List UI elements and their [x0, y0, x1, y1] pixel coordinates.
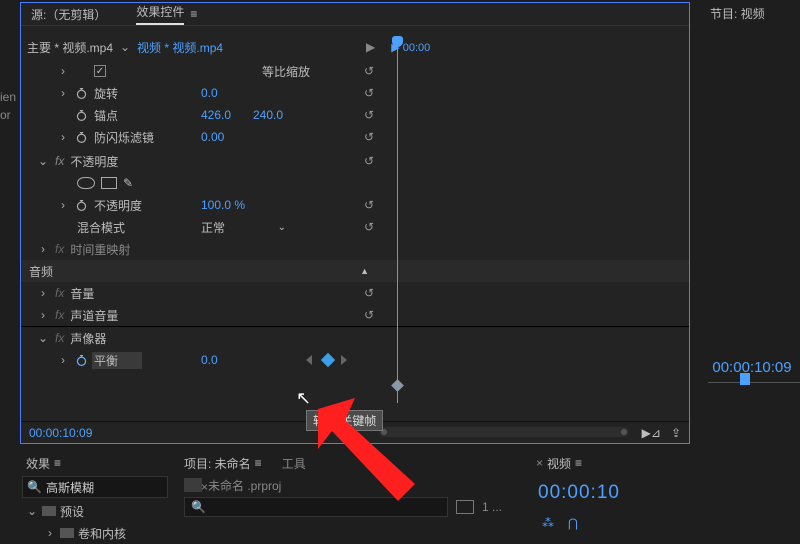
folder-icon	[60, 528, 74, 538]
add-remove-keyframe-icon[interactable]	[321, 353, 335, 367]
tab-source[interactable]: 源:（无剪辑）	[31, 6, 106, 23]
property-value[interactable]: 426.0	[201, 108, 231, 122]
reset-icon[interactable]: ↺	[364, 220, 374, 234]
tab-effects[interactable]: 效果	[26, 455, 50, 472]
property-label: 等比缩放	[110, 63, 310, 80]
chevron-down-icon[interactable]: ⌄	[278, 222, 286, 233]
cropped-label: ien	[0, 90, 16, 104]
rect-mask-icon[interactable]	[101, 177, 117, 189]
pen-mask-icon[interactable]: ✎	[123, 176, 133, 190]
blend-mode-select[interactable]: 正常	[201, 219, 225, 236]
bin-icon[interactable]	[456, 500, 474, 514]
reset-icon[interactable]: ↺	[364, 86, 374, 100]
folder-icon	[42, 506, 56, 516]
current-timecode[interactable]: 00:00:10:09	[29, 426, 92, 440]
tab-menu-icon[interactable]: ≡	[255, 456, 262, 470]
reset-icon[interactable]: ↺	[364, 64, 374, 78]
reset-icon[interactable]: ↺	[364, 198, 374, 212]
stopwatch-icon[interactable]	[75, 354, 88, 367]
stopwatch-icon[interactable]	[75, 199, 88, 212]
effects-panel: 效果 ≡ 🔍 × ⌄ 预设 › 卷和内核	[20, 452, 170, 544]
reset-icon[interactable]: ↺	[364, 308, 374, 322]
tab-program[interactable]: 节目: 视频	[710, 5, 765, 22]
sequence-clip-dropdown[interactable]: 视频 * 视频.mp4	[137, 39, 223, 56]
fx-badge: fx	[55, 286, 64, 300]
program-scrubber[interactable]	[708, 382, 800, 396]
project-filename: 未命名 .prproj	[208, 477, 281, 494]
playhead-marker[interactable]	[397, 37, 398, 403]
presets-folder[interactable]: ⌄ 预设	[20, 500, 170, 522]
search-icon: 🔍	[27, 480, 42, 494]
tab-project[interactable]: 项目: 未命名	[184, 455, 251, 472]
fx-badge: fx	[55, 154, 64, 168]
reset-icon[interactable]: ↺	[364, 130, 374, 144]
playhead-top-icon[interactable]	[392, 36, 403, 47]
reset-icon[interactable]: ↺	[364, 154, 374, 168]
mini-timeline[interactable]	[379, 37, 685, 403]
property-label: 旋转	[94, 85, 118, 102]
cropped-label-2: or	[0, 108, 11, 122]
property-label: 锚点	[94, 107, 118, 124]
checkbox-icon[interactable]: ✓	[94, 65, 106, 77]
stopwatch-icon[interactable]	[75, 87, 88, 100]
program-timecode[interactable]: 00:00:10:09	[712, 359, 791, 376]
effect-controls-panel: 源:（无剪辑） 效果控件 ≡ 主要 * 视频.mp4 ⌄ 视频 * 视频.mp4…	[20, 2, 690, 444]
property-value[interactable]: 0.0	[201, 86, 218, 100]
tab-menu-icon[interactable]: ≡	[54, 456, 61, 470]
fx-badge: fx	[55, 242, 64, 256]
chevron-down-icon[interactable]: ⌄	[119, 40, 131, 54]
timeline-panel: × 视频 ≡ 00:00:10 ⁂ ⋂	[528, 452, 778, 534]
tab-effect-controls[interactable]: 效果控件	[136, 3, 184, 25]
reset-icon[interactable]: ↺	[364, 286, 374, 300]
reset-icon[interactable]: ↺	[364, 108, 374, 122]
magnet-icon[interactable]: ⋂	[568, 516, 578, 530]
export-icon[interactable]: ⇪	[671, 426, 681, 440]
prev-keyframe-icon[interactable]	[306, 355, 312, 365]
fx-badge: fx	[55, 331, 64, 345]
property-value-2[interactable]: 240.0	[253, 108, 283, 122]
presets-sub-folder[interactable]: › 卷和内核	[20, 522, 170, 544]
stopwatch-icon[interactable]	[75, 109, 88, 122]
fx-badge: fx	[55, 308, 64, 322]
loop-playback-icon[interactable]: ▶⊿	[642, 426, 661, 440]
stopwatch-icon[interactable]	[75, 131, 88, 144]
panel-tabs: 源:（无剪辑） 效果控件 ≡	[21, 3, 689, 25]
ellipse-mask-icon[interactable]	[77, 177, 95, 189]
snap-icon[interactable]: ⁂	[542, 516, 554, 530]
master-clip-dropdown[interactable]: 主要 * 视频.mp4	[27, 39, 113, 56]
timeline-step-icon[interactable]: ▶	[366, 40, 375, 54]
sequence-tab[interactable]: 视频	[547, 455, 571, 472]
tab-menu-icon[interactable]: ≡	[575, 456, 582, 470]
program-panel: 节目: 视频 00:00:10:09	[704, 2, 800, 444]
close-seq-icon[interactable]: ×	[536, 456, 543, 470]
annotation-arrow-icon	[300, 391, 430, 511]
tab-menu-icon[interactable]: ≡	[190, 7, 197, 21]
bin-count: 1 ...	[482, 500, 502, 514]
property-label: 防闪烁滤镜	[94, 129, 154, 146]
property-value[interactable]: 0.00	[201, 130, 224, 144]
keyframe-diamond-icon[interactable]	[391, 379, 404, 392]
next-keyframe-icon[interactable]	[341, 355, 347, 365]
project-icon	[184, 478, 202, 492]
sequence-timecode[interactable]: 00:00:10	[538, 482, 620, 503]
